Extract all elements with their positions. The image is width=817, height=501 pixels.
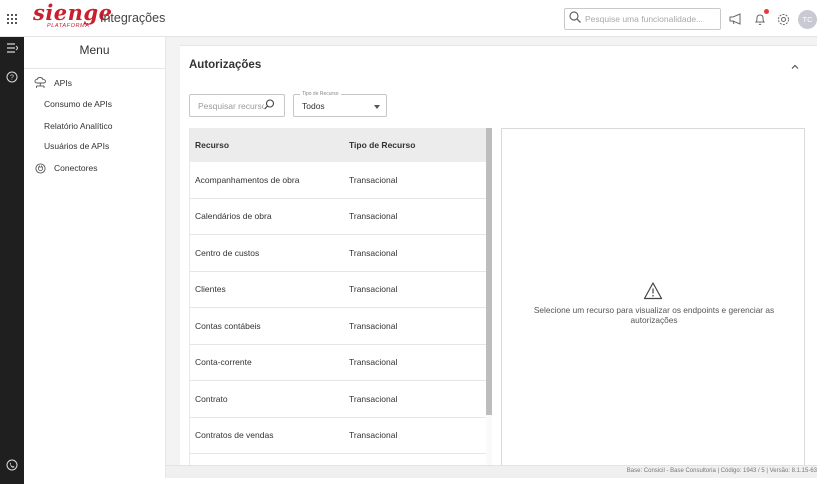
resources-table: Recurso Tipo de Recurso Acompanhamentos … xyxy=(189,128,492,466)
column-header-tipo-de-recurso[interactable]: Tipo de Recurso xyxy=(349,140,484,150)
sienge-logo[interactable]: sienge PLATAFORMA xyxy=(33,0,113,35)
table-row[interactable]: Contas contábeis Transacional xyxy=(190,308,492,345)
menu-item-label: Conectores xyxy=(54,163,98,173)
footer-info: Base: Consicil - Base Consultoria | Códi… xyxy=(626,468,817,474)
menu-item-relatorio-analitico[interactable]: Relatório Analítico xyxy=(44,121,113,131)
cell-recurso: Calendários de obra xyxy=(195,211,272,222)
table-scrollbar-thumb[interactable] xyxy=(486,128,492,415)
chevron-up-icon[interactable] xyxy=(788,60,802,74)
cell-recurso: Clientes xyxy=(195,284,226,295)
resource-type-label: Tipo de Recurso xyxy=(300,91,341,97)
table-row[interactable]: Centro de custos Transacional xyxy=(190,235,492,272)
table-row[interactable]: Conta-corrente Transacional xyxy=(190,345,492,381)
table-row[interactable]: Contratos de vendas Transacional xyxy=(190,418,492,454)
cell-recurso: Acompanhamentos de obra xyxy=(195,174,300,185)
toggle-menu-icon[interactable] xyxy=(4,40,20,56)
menu-title: Menu xyxy=(24,37,165,69)
cell-tipo: Transacional xyxy=(349,430,398,441)
logo-subtitle: PLATAFORMA xyxy=(47,23,90,29)
menu-item-label: Consumo de APIs xyxy=(44,99,113,109)
search-icon[interactable] xyxy=(264,97,275,115)
resource-type-value: Todos xyxy=(302,101,325,111)
main-content: Autorizações Tipo de Recurso Todos Recur… xyxy=(166,37,817,466)
cell-recurso: Conta-corrente xyxy=(195,357,252,368)
cell-tipo: Transacional xyxy=(349,284,398,295)
cell-tipo: Transacional xyxy=(349,247,398,258)
cell-tipo: Transacional xyxy=(349,320,398,331)
notification-badge xyxy=(764,9,769,14)
connector-icon xyxy=(33,161,47,175)
global-search-input[interactable] xyxy=(585,14,713,24)
apps-grid-icon[interactable] xyxy=(0,0,24,37)
logo-wordmark: sienge xyxy=(33,0,113,25)
empty-state-message: Selecione um recurso para visualizar os … xyxy=(533,305,775,325)
menu-item-apis[interactable]: APIs xyxy=(33,76,72,90)
cell-tipo: Transacional xyxy=(349,393,398,404)
caret-down-icon xyxy=(374,105,380,109)
megaphone-icon[interactable] xyxy=(727,10,745,28)
authorizations-card: Autorizações Tipo de Recurso Todos Recur… xyxy=(180,45,817,466)
menu-item-label: Usuários de APIs xyxy=(44,141,110,151)
help-icon[interactable]: ? xyxy=(4,69,20,85)
user-avatar[interactable]: TC xyxy=(798,10,817,29)
menu-item-conectores[interactable]: Conectores xyxy=(33,161,97,175)
cell-recurso: Contratos de vendas xyxy=(195,430,274,441)
top-bar: sienge PLATAFORMA Integrações TC xyxy=(0,0,817,37)
side-menu: Menu APIs Consumo de APIs Relatório Anal… xyxy=(24,37,166,478)
cell-recurso: Contrato xyxy=(195,393,228,404)
menu-item-usuarios-de-apis[interactable]: Usuários de APIs xyxy=(44,141,109,151)
resource-search-input[interactable] xyxy=(198,100,264,111)
cell-recurso: Contas contábeis xyxy=(195,320,261,331)
warning-icon xyxy=(643,281,663,301)
left-rail: ? xyxy=(0,37,24,484)
status-footer: Base: Consicil - Base Consultoria | Códi… xyxy=(166,465,817,478)
cell-recurso: Centro de custos xyxy=(195,247,260,258)
menu-item-label: APIs xyxy=(54,78,72,88)
detail-panel: Selecione um recurso para visualizar os … xyxy=(501,128,805,466)
cell-tipo: Transacional xyxy=(349,174,398,185)
global-search[interactable] xyxy=(564,8,721,30)
page-title: Autorizações xyxy=(189,59,262,71)
table-row[interactable]: Calendários de obra Transacional xyxy=(190,199,492,235)
phone-support-icon[interactable] xyxy=(4,457,20,473)
app-title: Integrações xyxy=(100,11,166,25)
column-header-recurso[interactable]: Recurso xyxy=(190,140,349,150)
table-header: Recurso Tipo de Recurso xyxy=(190,128,492,162)
cell-tipo: Transacional xyxy=(349,211,398,222)
cell-tipo: Transacional xyxy=(349,357,398,368)
resource-type-select[interactable]: Tipo de Recurso Todos xyxy=(293,91,387,117)
svg-text:?: ? xyxy=(10,75,14,82)
table-row[interactable]: Contrato Transacional xyxy=(190,381,492,418)
search-icon xyxy=(569,10,581,28)
gear-icon[interactable] xyxy=(774,10,792,28)
table-row[interactable]: Acompanhamentos de obra Transacional xyxy=(190,162,492,199)
resource-search[interactable] xyxy=(189,94,285,117)
table-row[interactable]: Clientes Transacional xyxy=(190,272,492,308)
menu-item-consumo-de-apis[interactable]: Consumo de APIs xyxy=(44,99,112,109)
menu-item-label: Relatório Analítico xyxy=(44,121,113,131)
cloud-network-icon xyxy=(33,76,47,90)
